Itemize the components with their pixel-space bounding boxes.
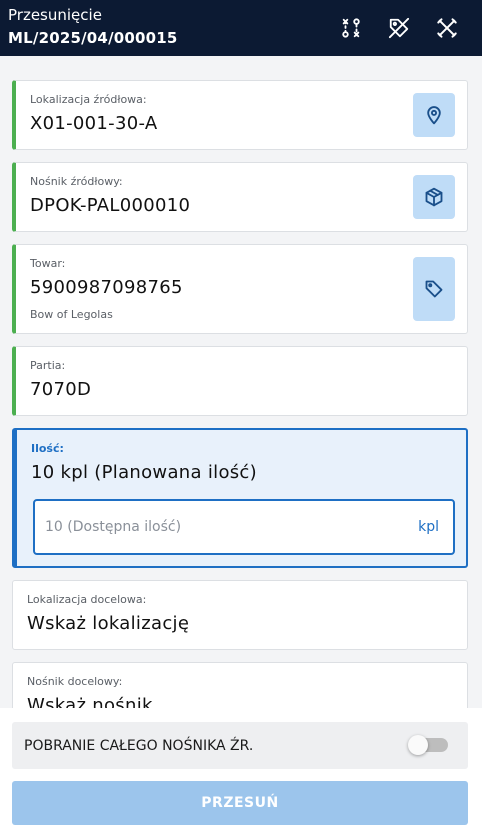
app-header: Przesunięcie ML/2025/04/000015 <box>0 0 482 56</box>
target-carrier-label: Nośnik docelowy: <box>27 675 123 688</box>
batch-value: 7070D <box>30 379 92 400</box>
quantity-input[interactable]: 10 (Dostępna ilość) kpl <box>33 499 455 555</box>
move-button[interactable]: PRZESUŃ <box>12 781 468 825</box>
location-pin-icon[interactable] <box>413 93 455 137</box>
tools-icon[interactable] <box>432 13 462 43</box>
source-location-label: Lokalizacja źródłowa: <box>30 93 147 106</box>
whole-carrier-toggle[interactable] <box>408 735 448 755</box>
target-location-label: Lokalizacja docelowa: <box>27 593 147 606</box>
tag-off-icon[interactable] <box>384 13 414 43</box>
source-carrier-value: DPOK-PAL000010 <box>30 195 191 216</box>
tag-icon[interactable] <box>413 257 455 321</box>
action-footer: POBRANIE CAŁEGO NOŚNIKA ŹR. PRZESUŃ <box>0 708 482 837</box>
target-location-value: Wskaż lokalizację <box>27 613 190 634</box>
item-description: Bow of Legolas <box>30 308 113 321</box>
item-value: 5900987098765 <box>30 277 183 298</box>
whole-carrier-toggle-label: POBRANIE CAŁEGO NOŚNIKA ŹR. <box>24 738 254 754</box>
source-location-value: X01-001-30-A <box>30 113 158 134</box>
whole-carrier-toggle-row[interactable]: POBRANIE CAŁEGO NOŚNIKA ŹR. <box>12 722 468 769</box>
quantity-input-placeholder: 10 (Dostępna ilość) <box>45 519 182 535</box>
target-location-card[interactable]: Lokalizacja docelowa: Wskaż lokalizację <box>12 580 468 650</box>
document-number: ML/2025/04/000015 <box>8 29 178 47</box>
quantity-card[interactable]: Ilość: 10 kpl (Planowana ilość) 10 (Dost… <box>12 428 468 568</box>
box-icon[interactable] <box>413 175 455 219</box>
quantity-unit: kpl <box>418 519 439 535</box>
item-card[interactable]: Towar: 5900987098765 Bow of Legolas <box>12 244 468 334</box>
quantity-label: Ilość: <box>31 442 64 455</box>
source-carrier-card[interactable]: Nośnik źródłowy: DPOK-PAL000010 <box>12 162 468 232</box>
source-carrier-label: Nośnik źródłowy: <box>30 175 123 188</box>
batch-card[interactable]: Partia: 7070D <box>12 346 468 416</box>
route-icon[interactable] <box>336 13 366 43</box>
target-carrier-card[interactable]: Nośnik docelowy: Wskaż nośnik <box>12 662 468 708</box>
item-label: Towar: <box>30 257 66 270</box>
page-title: Przesunięcie <box>8 6 102 24</box>
target-carrier-value: Wskaż nośnik <box>27 695 153 708</box>
quantity-planned-value: 10 kpl (Planowana ilość) <box>31 462 257 483</box>
batch-label: Partia: <box>30 359 66 372</box>
form-content[interactable]: Lokalizacja źródłowa: X01-001-30-A Nośni… <box>0 56 482 708</box>
toggle-knob <box>408 735 428 755</box>
source-location-card[interactable]: Lokalizacja źródłowa: X01-001-30-A <box>12 80 468 150</box>
